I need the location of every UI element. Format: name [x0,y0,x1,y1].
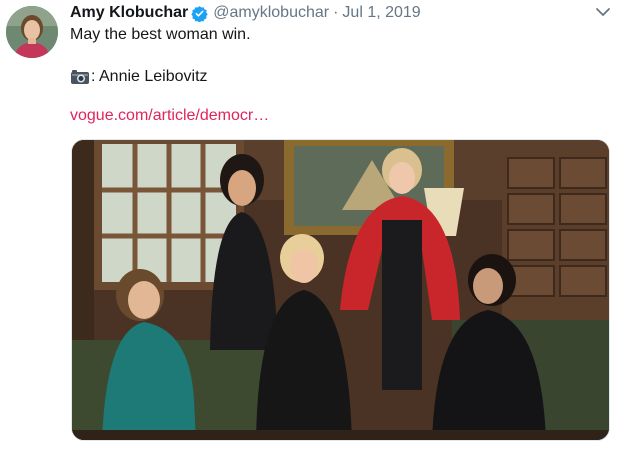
tweet-text: May the best woman win. [70,26,251,43]
article-link[interactable]: vogue.com/article/democr… [70,107,269,125]
avatar[interactable] [6,6,58,58]
tweet-photo[interactable] [71,139,610,441]
tweet-card[interactable]: Amy Klobuchar @amyklobuchar · Jul 1, 201… [0,0,626,451]
camera-icon [70,69,90,85]
tweet-header: Amy Klobuchar @amyklobuchar · Jul 1, 201… [70,3,421,23]
photo-credit: : Annie Leibovitz [70,67,208,87]
verified-badge-icon [191,5,208,22]
tweet-date[interactable]: Jul 1, 2019 [342,4,420,22]
chevron-down-icon[interactable] [593,5,613,19]
photo-credit-text: : Annie Leibovitz [91,68,208,85]
author-handle[interactable]: @amyklobuchar [213,4,329,22]
separator-dot: · [333,4,339,21]
author-name[interactable]: Amy Klobuchar [70,4,188,22]
